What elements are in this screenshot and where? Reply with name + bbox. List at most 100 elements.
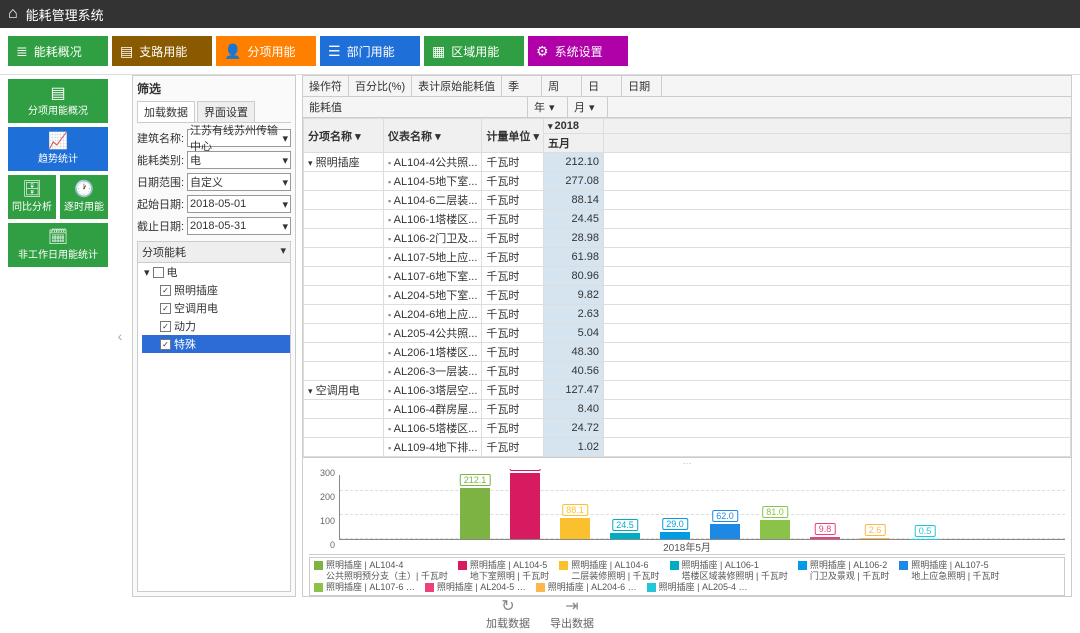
- legend-item: 照明插座 | AL204-5 …: [425, 582, 526, 593]
- export-data-button[interactable]: ⇥导出数据: [550, 599, 594, 631]
- tab-ui[interactable]: 界面设置: [197, 101, 255, 122]
- tab-load[interactable]: 加载数据: [137, 101, 195, 122]
- legend-text: 照明插座 | AL104-5地下室照明 | 千瓦时: [470, 560, 549, 582]
- type-select[interactable]: 电▾: [187, 151, 291, 169]
- tb-pct[interactable]: 百分比(%): [349, 76, 412, 96]
- bar-label: 29.0: [662, 518, 688, 530]
- tb-yr[interactable]: 年 ▾: [528, 97, 568, 117]
- table-row[interactable]: ▪ AL106-1塔楼区...千瓦时24.45: [304, 210, 1071, 229]
- tree-item[interactable]: ✓照明插座: [142, 281, 290, 299]
- nav-5[interactable]: ⚙系统设置: [528, 36, 628, 66]
- chart-bar[interactable]: 212.1: [460, 488, 490, 539]
- nav-4[interactable]: ▦ 区域用能: [424, 36, 524, 66]
- col-month: 五月: [544, 134, 604, 153]
- tree-title: 分项能耗: [142, 244, 186, 260]
- bar-label: 88.1: [562, 504, 588, 516]
- legend-text: 照明插座 | AL204-5 …: [437, 582, 526, 593]
- sidebar-time[interactable]: 🕐逐时用能: [60, 175, 108, 219]
- chevron-down-icon: ▾: [282, 198, 288, 211]
- sidebar-item-label: 逐时用能: [64, 198, 104, 213]
- tb-d[interactable]: 日: [582, 76, 622, 96]
- chart-bar[interactable]: 277.1: [510, 473, 540, 540]
- chevron-down-icon: ▾: [589, 101, 595, 114]
- tb-val[interactable]: 能耗值: [303, 97, 528, 117]
- resize-handle[interactable]: ⋯: [303, 458, 1071, 469]
- col-header[interactable]: 分项名称: [308, 131, 352, 143]
- legend-item: 照明插座 | AL106-1塔楼区域装修照明 | 千瓦时: [670, 560, 788, 582]
- checkbox[interactable]: ✓: [160, 339, 171, 350]
- table-row[interactable]: ▪ AL206-1塔楼区...千瓦时48.30: [304, 343, 1071, 362]
- table-row[interactable]: ▪ AL204-5地下室...千瓦时9.82: [304, 286, 1071, 305]
- select-value: 电: [190, 152, 201, 168]
- load-data-button[interactable]: ↻加载数据: [486, 599, 530, 631]
- sidebar-nonwork[interactable]: 🗓非工作日用能统计: [8, 223, 108, 267]
- legend-item: 照明插座 | AL205-4 …: [647, 582, 748, 593]
- chevron-down-icon[interactable]: ▾: [280, 244, 286, 260]
- sidebar-trend[interactable]: 📈趋势统计: [8, 127, 108, 171]
- table-row[interactable]: ▾ 空调用电▪ AL106-3塔层空...千瓦时127.47: [304, 381, 1071, 400]
- col-year: 2018: [555, 120, 579, 132]
- table-row[interactable]: ▪ AL106-2门卫及...千瓦时28.98: [304, 229, 1071, 248]
- sidebar-overview[interactable]: ▤分项用能概况: [8, 79, 108, 123]
- nav-icon: ▦: [432, 43, 445, 60]
- chevron-down-icon[interactable]: ▾: [435, 131, 441, 143]
- table-row[interactable]: ▪ AL107-6地下室...千瓦时80.96: [304, 267, 1071, 286]
- table-row[interactable]: ▪ AL107-5地上应...千瓦时61.98: [304, 248, 1071, 267]
- col-header[interactable]: 仪表名称: [388, 131, 432, 143]
- chevron-down-icon: ▾: [282, 154, 288, 167]
- legend-item: 照明插座 | AL204-6 …: [536, 582, 637, 593]
- tb-date[interactable]: 日期: [622, 76, 662, 96]
- chart-bar[interactable]: 29.0: [660, 532, 690, 539]
- table-row[interactable]: ▪ AL106-4群房屋...千瓦时8.40: [304, 400, 1071, 419]
- building-select[interactable]: 江苏有线苏州传输中心▾: [187, 129, 291, 147]
- nav-2[interactable]: 👤分项用能: [216, 36, 316, 66]
- table-row[interactable]: ▪ AL106-5塔楼区...千瓦时24.72: [304, 419, 1071, 438]
- tree-root[interactable]: ▾电: [142, 263, 290, 281]
- tb-op[interactable]: 操作符: [303, 76, 349, 96]
- chart-bar[interactable]: 62.0: [710, 524, 740, 539]
- checkbox[interactable]: ✓: [160, 285, 171, 296]
- chevron-down-icon: ▾: [549, 101, 555, 114]
- nav-icon: ≣: [16, 43, 28, 60]
- legend-text: 照明插座 | AL205-4 …: [659, 582, 748, 593]
- collapse-icon[interactable]: ▾: [548, 121, 553, 131]
- nav-label: 区域用能: [451, 43, 499, 60]
- table-row[interactable]: ▪ AL204-6地上应...千瓦时2.63: [304, 305, 1071, 324]
- chart-bar[interactable]: 81.0: [760, 520, 790, 539]
- sidebar-yoy[interactable]: 🗄同比分析: [8, 175, 56, 219]
- collapse-handle[interactable]: ‹: [114, 75, 126, 597]
- table-row[interactable]: ▪ AL205-4公共照...千瓦时5.04: [304, 324, 1071, 343]
- range-select[interactable]: 自定义▾: [187, 173, 291, 191]
- checkbox[interactable]: ✓: [160, 321, 171, 332]
- nav-0[interactable]: ≣ 能耗概况: [8, 36, 108, 66]
- nav-3[interactable]: ☰部门用能: [320, 36, 420, 66]
- checkbox[interactable]: [153, 267, 164, 278]
- chevron-down-icon[interactable]: ▾: [355, 131, 361, 143]
- nav-1[interactable]: ▤支路用能: [112, 36, 212, 66]
- start-date[interactable]: 2018-05-01▾: [187, 195, 291, 213]
- bar-label: 2.6: [865, 524, 886, 536]
- nav-icon: 👤: [224, 43, 241, 60]
- table-row[interactable]: ▪ AL109-4地下排...千瓦时1.02: [304, 438, 1071, 457]
- chart-bar[interactable]: 88.1: [560, 518, 590, 539]
- home-icon[interactable]: ⌂: [8, 5, 18, 23]
- tb-mo[interactable]: 月 ▾: [568, 97, 608, 117]
- table-row[interactable]: ▪ AL104-6二层装...千瓦时88.14: [304, 191, 1071, 210]
- cell-label: 月: [574, 99, 585, 115]
- table-row[interactable]: ▪ AL104-5地下室...千瓦时277.08: [304, 172, 1071, 191]
- col-header[interactable]: 计量单位: [486, 131, 530, 143]
- nav-label: 能耗概况: [34, 43, 82, 60]
- chevron-down-icon[interactable]: ▾: [533, 131, 539, 143]
- checkbox[interactable]: ✓: [160, 303, 171, 314]
- tree-item[interactable]: ✓动力: [142, 317, 290, 335]
- table-row[interactable]: ▾ 照明插座▪ AL104-4公共照...千瓦时212.10: [304, 153, 1071, 172]
- legend-swatch: [559, 561, 568, 570]
- tree-item-selected[interactable]: ✓特殊: [142, 335, 290, 353]
- end-date[interactable]: 2018-05-31▾: [187, 217, 291, 235]
- tree-item[interactable]: ✓空调用电: [142, 299, 290, 317]
- tb-w[interactable]: 周: [542, 76, 582, 96]
- tb-raw[interactable]: 表计原始能耗值: [412, 76, 502, 96]
- legend-text: 照明插座 | AL106-2门卫及景观 | 千瓦时: [810, 560, 889, 582]
- table-row[interactable]: ▪ AL206-3一层装...千瓦时40.56: [304, 362, 1071, 381]
- tb-q[interactable]: 季: [502, 76, 542, 96]
